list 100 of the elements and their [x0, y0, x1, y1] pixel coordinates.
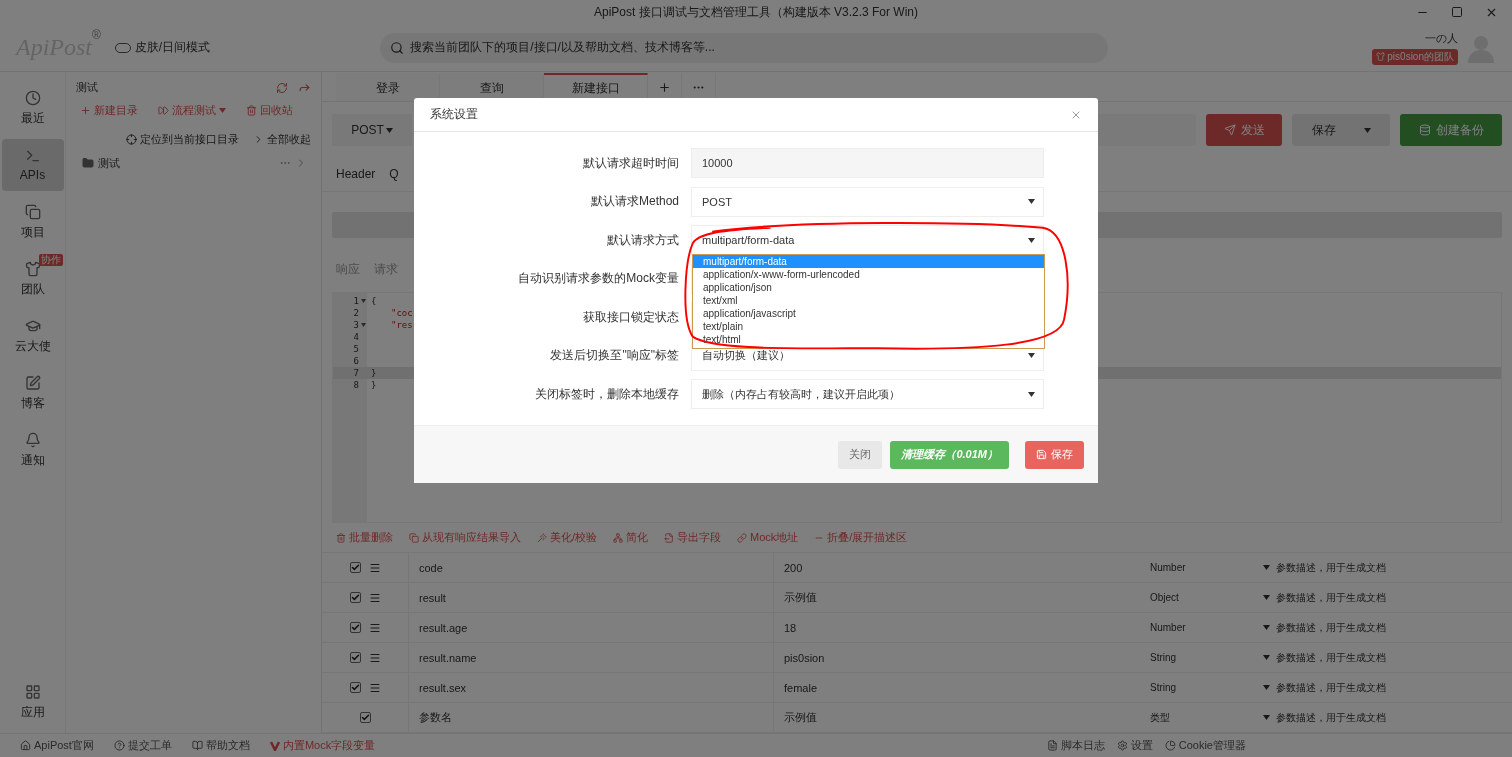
toolbar-link[interactable]: 批量删除 — [336, 530, 393, 545]
bell-icon — [24, 431, 41, 448]
settings-icon — [1116, 740, 1128, 751]
shirt-icon — [24, 260, 41, 277]
plus-icon — [80, 105, 91, 116]
dropdown-option[interactable]: multipart/form-data — [693, 255, 1044, 268]
share-icon[interactable] — [298, 81, 311, 94]
footer-link[interactable]: 脚本日志 — [1046, 738, 1105, 753]
tree-action[interactable]: 新建目录 — [80, 103, 138, 118]
drag-handle-icon[interactable] — [368, 651, 381, 664]
footer-link[interactable]: 内置Mock字段变量 — [269, 738, 376, 753]
collapse-link[interactable]: 全部收起 — [253, 132, 311, 147]
table-cell-text: 参数描述，用于生成文档 — [1275, 710, 1387, 725]
line-number: 3 — [352, 320, 359, 330]
footer-link[interactable]: 设置 — [1116, 738, 1153, 753]
checkbox[interactable] — [349, 652, 361, 663]
book-icon — [191, 740, 203, 751]
tab[interactable]: Q — [389, 166, 399, 181]
dialog-button[interactable]: 保存 — [1025, 440, 1084, 469]
badge: 协作 — [38, 254, 63, 266]
input-field[interactable]: 10000 — [691, 148, 1044, 178]
table-cell: 参数名 — [408, 703, 773, 732]
table-cell: result.sex — [408, 673, 773, 702]
tree-item[interactable]: 测试 — [98, 155, 120, 171]
footer-link[interactable]: Cookie管理器 — [1164, 738, 1246, 753]
footer-link[interactable]: 帮助文档 — [191, 738, 250, 753]
table-cell-text: 参数描述，用于生成文档 — [1275, 680, 1387, 695]
checkbox[interactable] — [349, 592, 361, 603]
drag-handle-icon[interactable] — [368, 621, 381, 634]
select-field[interactable]: POST — [691, 186, 1044, 217]
footer-link[interactable]: 提交工单 — [113, 738, 172, 753]
table-cell: 200 — [773, 553, 1140, 582]
type-select[interactable]: 类型 — [1140, 703, 1270, 732]
method-select[interactable]: POST — [332, 114, 412, 146]
type-select[interactable]: Number — [1140, 553, 1270, 582]
team-badge[interactable]: pis0sion的团队 — [1372, 48, 1458, 65]
field-label: 发送后切换至"响应"标签 — [549, 347, 679, 364]
caret-icon — [385, 127, 393, 133]
table-cell: 示例值 — [773, 583, 1140, 612]
table-cell-text: 参数描述，用于生成文档 — [1275, 560, 1387, 575]
type-select[interactable]: Number — [1140, 613, 1270, 642]
line-number: 1 — [352, 296, 359, 306]
plus-icon[interactable] — [658, 80, 671, 94]
checkbox[interactable] — [349, 562, 361, 573]
maximize-icon[interactable] — [1451, 6, 1463, 18]
table-cell: result.age — [408, 613, 773, 642]
type-select[interactable]: String — [1140, 673, 1270, 702]
table-cell-text: 参数描述，用于生成文档 — [1275, 650, 1387, 665]
drag-handle-icon[interactable] — [368, 681, 381, 694]
toolbar-link[interactable]: 导出字段 — [664, 530, 722, 545]
crosshair-icon — [126, 134, 137, 145]
file-export-icon — [664, 532, 675, 543]
tree-action[interactable]: 流程测试 — [158, 103, 226, 118]
save-button[interactable]: 保存 — [1292, 114, 1390, 146]
type-select[interactable]: String — [1140, 643, 1270, 672]
drag-handle-icon[interactable] — [368, 591, 381, 604]
backup-button[interactable]: 创建备份 — [1400, 114, 1502, 146]
home-icon — [20, 740, 31, 751]
wand-icon — [537, 532, 547, 543]
footer-link[interactable]: ApiPost官网 — [20, 738, 94, 753]
drag-handle-icon[interactable] — [368, 561, 381, 574]
type-select[interactable]: Object — [1140, 583, 1270, 612]
database-icon — [1418, 124, 1431, 136]
folder-icon — [82, 157, 94, 169]
pie-chart-icon — [1164, 740, 1176, 751]
fold-icon[interactable] — [361, 299, 366, 303]
dialog-button[interactable]: 清理缓存（0.01M） — [890, 440, 1009, 469]
tab[interactable]: Header — [336, 166, 376, 181]
tree-action[interactable]: 回收站 — [246, 103, 293, 118]
toolbar-link[interactable]: 美化/校验 — [537, 530, 598, 545]
theme-toggle[interactable]: 皮肤/日间模式 — [134, 39, 211, 56]
trash-icon — [336, 532, 346, 543]
trash-icon — [246, 105, 257, 116]
field-label: 自动识别请求参数的Mock变量 — [517, 270, 679, 287]
window-title: ApiPost 接口调试与文档管理工具（构建版本 V3.2.3 For Win) — [593, 3, 918, 21]
checkbox[interactable] — [349, 622, 361, 633]
checkbox[interactable] — [349, 682, 361, 693]
refresh-icon[interactable] — [276, 81, 288, 94]
dialog-button[interactable]: 关闭 — [838, 440, 883, 469]
locate-link[interactable]: 定位到当前接口目录 — [126, 132, 239, 147]
tab[interactable]: 新建接口 — [544, 73, 648, 101]
toolbar-link[interactable]: Mock地址 — [737, 530, 799, 545]
user-name: 一の人 — [1425, 30, 1458, 46]
grid-icon — [24, 683, 41, 700]
send-icon — [1223, 124, 1236, 136]
toolbar-link[interactable]: 折叠/展开描述区 — [814, 530, 908, 545]
line-number: 2 — [352, 308, 359, 318]
code-line: "res — [390, 320, 413, 330]
caret-icon — [1263, 595, 1270, 600]
toolbar-link[interactable]: 简化 — [613, 530, 649, 545]
select-field[interactable]: 删除（内存占有较高时，建议开启此项） — [691, 379, 1044, 409]
search-field[interactable]: 搜索当前团队下的项目/接口/以及帮助文档、技术博客等... — [380, 32, 1109, 63]
send-button[interactable]: 发送 — [1206, 114, 1282, 146]
clock-icon — [24, 89, 41, 106]
sidebar-item[interactable]: APIs — [1, 139, 64, 191]
save-icon — [1036, 449, 1047, 460]
toolbar-link[interactable]: 从现有响应结果导入 — [409, 530, 521, 545]
fold-icon[interactable] — [361, 323, 366, 327]
caret-icon — [219, 108, 226, 113]
checkbox[interactable] — [359, 712, 371, 723]
